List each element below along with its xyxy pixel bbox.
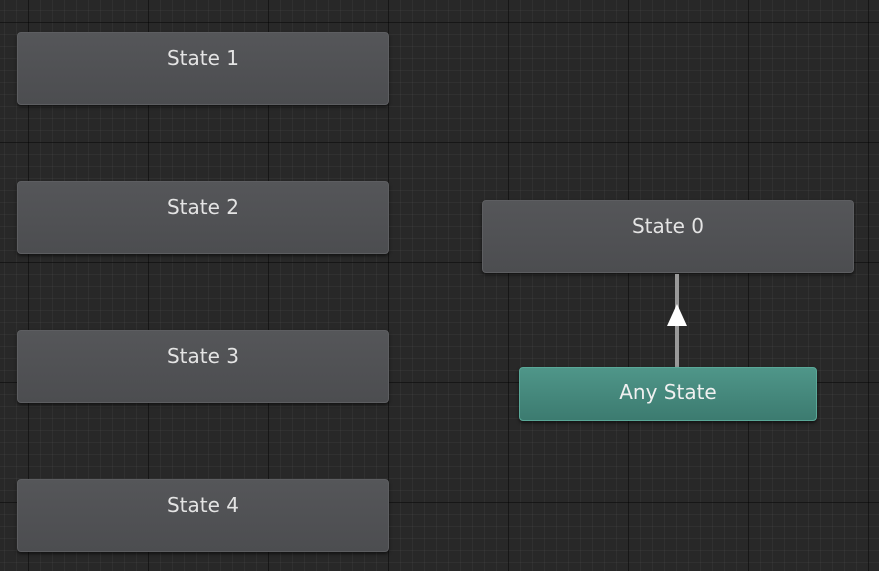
- state-node-2[interactable]: State 2: [17, 181, 389, 254]
- any-state-node[interactable]: Any State: [519, 367, 817, 421]
- state-label: State 2: [166, 195, 240, 219]
- any-state-label: Any State: [619, 380, 717, 404]
- state-node-4[interactable]: State 4: [17, 479, 389, 552]
- state-label: State 1: [166, 46, 240, 70]
- state-node-1[interactable]: State 1: [17, 32, 389, 105]
- state-node-3[interactable]: State 3: [17, 330, 389, 403]
- state-label: State 4: [166, 493, 240, 517]
- state-node-0[interactable]: State 0: [482, 200, 854, 273]
- state-label: State 3: [166, 344, 240, 368]
- animator-graph-canvas[interactable]: State 1 State 2 State 3 State 4 State 0 …: [0, 0, 879, 571]
- state-label: State 0: [631, 214, 705, 238]
